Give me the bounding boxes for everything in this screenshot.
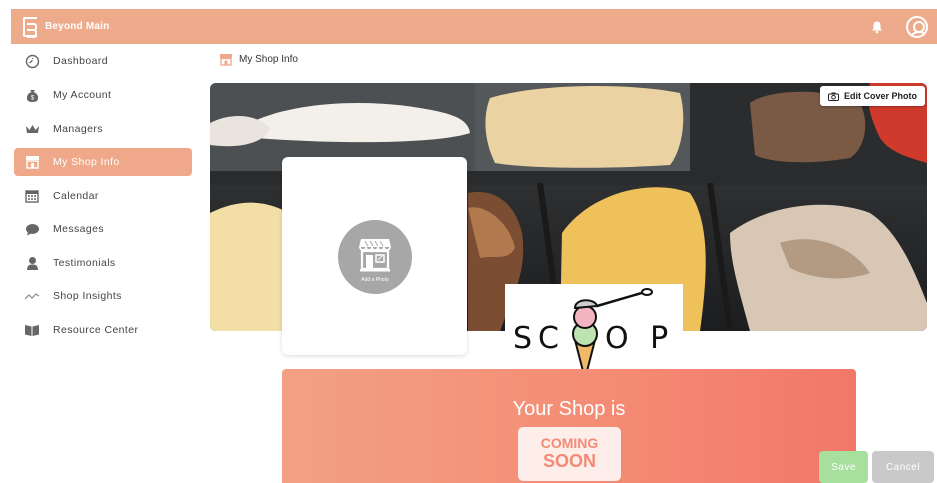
sidebar-item-label: Testimonials: [53, 257, 116, 269]
sidebar-item-my-shop-info[interactable]: My Shop Info: [14, 148, 192, 176]
trend-line-icon: [24, 288, 40, 304]
sidebar-item-label: Managers: [53, 123, 103, 135]
soon-label: SOON: [542, 451, 596, 471]
storefront-icon: [359, 239, 391, 272]
logo-letter-s: S: [513, 321, 539, 356]
sidebar-item-managers[interactable]: Managers: [14, 115, 192, 143]
top-actions: [870, 15, 928, 38]
book-icon: [24, 322, 40, 338]
sidebar-item-shop-insights[interactable]: Shop Insights: [14, 282, 192, 310]
person-icon: [24, 255, 40, 271]
profile-photo-card: Add a Photo: [282, 157, 467, 355]
sidebar: Dashboard $ My Account Managers My Shop …: [11, 44, 196, 483]
brand-logo-icon: [23, 16, 37, 38]
sidebar-item-testimonials[interactable]: Testimonials: [14, 249, 192, 277]
coming-label: COMING: [540, 435, 599, 451]
edit-cover-photo-label: Edit Cover Photo: [844, 91, 918, 101]
sidebar-item-label: Calendar: [53, 190, 99, 202]
banner-title: Your Shop is: [512, 398, 626, 420]
logo-text-op: O P: [605, 321, 674, 356]
add-photo-button[interactable]: Add a Photo: [338, 220, 412, 294]
calendar-icon: [24, 188, 40, 204]
crown-icon: [24, 121, 40, 137]
brand-name: Beyond Main: [45, 21, 110, 32]
page-title: My Shop Info: [239, 54, 298, 65]
sidebar-item-label: Resource Center: [53, 324, 139, 336]
logo-text: SC: [513, 321, 565, 356]
add-photo-label: Add a Photo: [361, 277, 389, 283]
coming-soon-badge: COMING SOON: [518, 427, 621, 481]
user-avatar-icon[interactable]: [906, 15, 928, 38]
sidebar-item-label: My Account: [53, 89, 112, 101]
cancel-button[interactable]: Cancel: [872, 451, 934, 483]
sidebar-item-messages[interactable]: Messages: [14, 215, 192, 243]
sidebar-item-resource-center[interactable]: Resource Center: [14, 316, 192, 344]
sidebar-item-label: Messages: [53, 223, 105, 235]
camera-icon: [828, 92, 839, 101]
sidebar-item-label: Dashboard: [53, 55, 108, 67]
brand[interactable]: Beyond Main: [23, 16, 110, 38]
sidebar-item-calendar[interactable]: Calendar: [14, 182, 192, 210]
logo-letter-p: P: [650, 321, 675, 356]
edit-cover-photo-button[interactable]: Edit Cover Photo: [820, 86, 926, 106]
top-bar: Beyond Main: [11, 9, 937, 44]
logo-letter-o: O: [605, 321, 635, 356]
save-button[interactable]: Save: [819, 451, 868, 483]
sidebar-item-my-account[interactable]: $ My Account: [14, 81, 192, 109]
bell-icon[interactable]: [870, 20, 884, 34]
storefront-icon: [24, 154, 40, 170]
logo-letter-c: C: [538, 321, 565, 356]
storefront-icon: [220, 54, 232, 66]
sidebar-item-dashboard[interactable]: Dashboard: [14, 47, 192, 75]
breadcrumb: My Shop Info: [219, 53, 298, 66]
dashboard-icon: [24, 53, 40, 69]
chat-bubble-icon: [24, 221, 40, 237]
sidebar-item-label: Shop Insights: [53, 290, 122, 302]
sidebar-item-label: My Shop Info: [53, 156, 120, 168]
coming-soon-banner: Your Shop is COMING SOON: [282, 369, 856, 483]
money-bag-icon: $: [24, 87, 40, 103]
